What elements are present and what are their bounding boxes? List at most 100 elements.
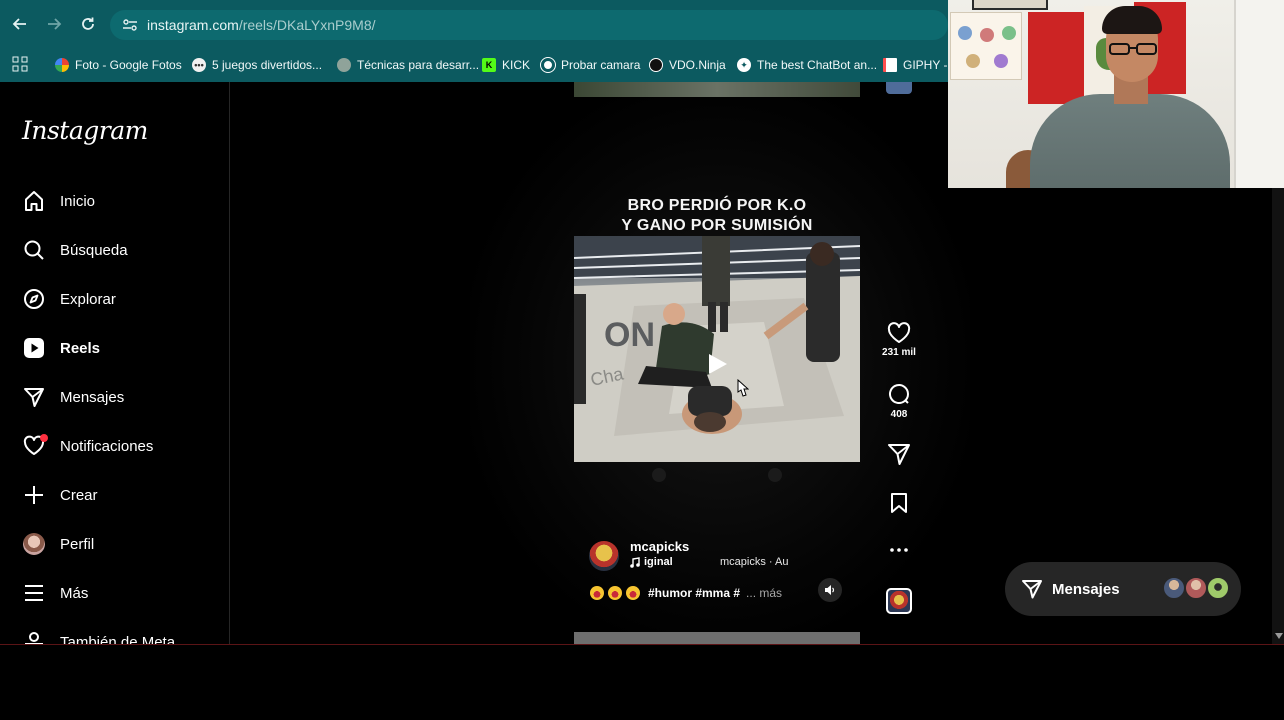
sidebar-item-label: Inicio: [60, 192, 96, 210]
page-scrollbar[interactable]: [1272, 188, 1284, 644]
back-arrow-icon: [12, 18, 26, 30]
avatar: [1162, 576, 1186, 600]
site-icon: •••: [192, 58, 206, 72]
bookmark-vdo-ninja[interactable]: VDO.Ninja: [649, 56, 726, 74]
bookmark-label: Probar camara: [561, 58, 641, 72]
bookmark-probar-camara[interactable]: Probar camara: [540, 56, 641, 74]
compass-icon: [22, 287, 46, 311]
apps-grid-icon[interactable]: [12, 56, 28, 72]
next-reel-preview[interactable]: [574, 632, 860, 644]
kick-icon: K: [482, 58, 496, 72]
send-icon: [1021, 579, 1043, 599]
letterbox-bar: [0, 645, 1284, 720]
more-link[interactable]: ... más: [746, 586, 782, 600]
meta-apps-icon: [22, 630, 46, 644]
more-dots-icon[interactable]: [882, 540, 916, 560]
bookmark-label: The best ChatBot an...: [757, 58, 878, 72]
reel-video[interactable]: Cha ON: [574, 236, 860, 462]
audio-credit[interactable]: mcapicks · Au: [720, 556, 788, 568]
reel-overlay-caption: BRO PERDIÓ POR K.O Y GANO POR SUMISIÓN: [574, 196, 860, 236]
caption-line-2: Y GANO POR SUMISIÓN: [621, 217, 813, 234]
bookmark-chatbot[interactable]: ✦ The best ChatBot an...: [737, 56, 877, 74]
share-action[interactable]: [882, 443, 916, 465]
bookmark-juegos[interactable]: ••• 5 juegos divertidos...: [192, 56, 322, 74]
wall-frames: [972, 0, 1048, 10]
audio-thumbnail[interactable]: [886, 588, 912, 614]
author-username[interactable]: mcapicks: [630, 539, 689, 554]
sidebar-item-label: Crear: [60, 486, 98, 504]
send-icon: [22, 385, 46, 409]
giphy-icon: [883, 58, 897, 72]
volume-button[interactable]: [818, 578, 842, 602]
sidebar-item-notificaciones[interactable]: Notificaciones: [22, 431, 153, 461]
search-icon: [22, 238, 46, 262]
back-button[interactable]: [10, 14, 30, 34]
sidebar-item-inicio[interactable]: Inicio: [22, 186, 95, 216]
person-hair: [1102, 6, 1162, 34]
speaker-icon: [825, 585, 835, 595]
bookmark-kick[interactable]: K KICK: [482, 56, 530, 74]
comment-icon[interactable]: [882, 382, 916, 406]
comment-action[interactable]: 408: [882, 382, 916, 420]
avatar: [1206, 576, 1230, 600]
video-frame: Cha ON: [574, 236, 860, 462]
address-bar[interactable]: instagram.com/reels/DKaLYxnP9M8/: [110, 10, 948, 40]
bookmark-label: Foto - Google Fotos: [75, 58, 182, 72]
notification-dot: [40, 434, 48, 442]
forward-button[interactable]: [44, 14, 64, 34]
instagram-sidebar: Instagram Inicio Búsqueda Explorar Reels…: [0, 82, 230, 644]
reload-button[interactable]: [78, 14, 98, 34]
heart-icon[interactable]: [882, 322, 916, 344]
plus-icon: [22, 483, 46, 507]
sidebar-item-label: Búsqueda: [60, 241, 128, 259]
like-count: 231 mil: [882, 347, 916, 358]
chatbot-icon: ✦: [737, 58, 751, 72]
glasses: [1109, 43, 1157, 55]
sidebar-item-perfil[interactable]: Perfil: [22, 529, 94, 559]
heart-icon: [22, 434, 48, 458]
sidebar-item-label: También de Meta: [60, 633, 176, 645]
music-note-icon: [630, 556, 640, 568]
site-settings-icon[interactable]: [122, 18, 138, 32]
message-avatars: [1162, 576, 1232, 602]
bookmark-tecnicas[interactable]: Técnicas para desarr...: [337, 56, 479, 74]
reload-icon: [82, 17, 94, 30]
site-icon: [540, 57, 556, 73]
sidebar-item-tambien-de-meta[interactable]: También de Meta: [22, 627, 175, 644]
carousel-dot: [652, 468, 666, 482]
sidebar-item-label: Reels: [60, 339, 101, 357]
audio-track[interactable]: iginal: [630, 556, 673, 568]
url-domain: instagram.com: [147, 17, 239, 33]
carousel-dot: [768, 468, 782, 482]
scroll-down-arrow-icon[interactable]: [1275, 633, 1283, 639]
comment-count: 408: [890, 409, 908, 420]
reel-description: #humor #mma # ... más: [590, 586, 782, 600]
sidebar-item-label: Notificaciones: [60, 437, 154, 455]
more-options-action[interactable]: [882, 540, 916, 560]
previous-audio-thumbnail[interactable]: [886, 82, 912, 94]
sidebar-item-busqueda[interactable]: Búsqueda: [22, 235, 128, 265]
sidebar-item-mensajes[interactable]: Mensajes: [22, 382, 124, 412]
laughing-emoji-icon: [608, 586, 622, 600]
author-avatar[interactable]: [589, 541, 619, 571]
wall: [1234, 0, 1284, 188]
play-icon[interactable]: [705, 352, 729, 376]
person-torso: [1030, 94, 1230, 188]
instagram-logo[interactable]: Instagram: [22, 116, 148, 145]
hashtags-text[interactable]: #humor #mma #: [648, 586, 740, 600]
messages-button[interactable]: Mensajes: [1005, 562, 1241, 616]
previous-reel-preview[interactable]: [574, 82, 860, 97]
like-action[interactable]: 231 mil: [882, 322, 916, 358]
save-action[interactable]: [882, 492, 916, 514]
sidebar-item-crear[interactable]: Crear: [22, 480, 98, 510]
sidebar-item-label: Perfil: [60, 535, 95, 553]
site-icon: [337, 58, 351, 72]
bookmark-icon[interactable]: [882, 492, 916, 514]
sidebar-item-reels[interactable]: Reels: [22, 333, 100, 363]
sidebar-item-explorar[interactable]: Explorar: [22, 284, 116, 314]
sidebar-item-mas[interactable]: Más: [22, 578, 88, 608]
send-icon[interactable]: [882, 443, 916, 465]
bookmark-google-photos[interactable]: Foto - Google Fotos: [55, 56, 182, 74]
laughing-emojis: [590, 586, 640, 600]
laughing-emoji-icon: [590, 586, 604, 600]
